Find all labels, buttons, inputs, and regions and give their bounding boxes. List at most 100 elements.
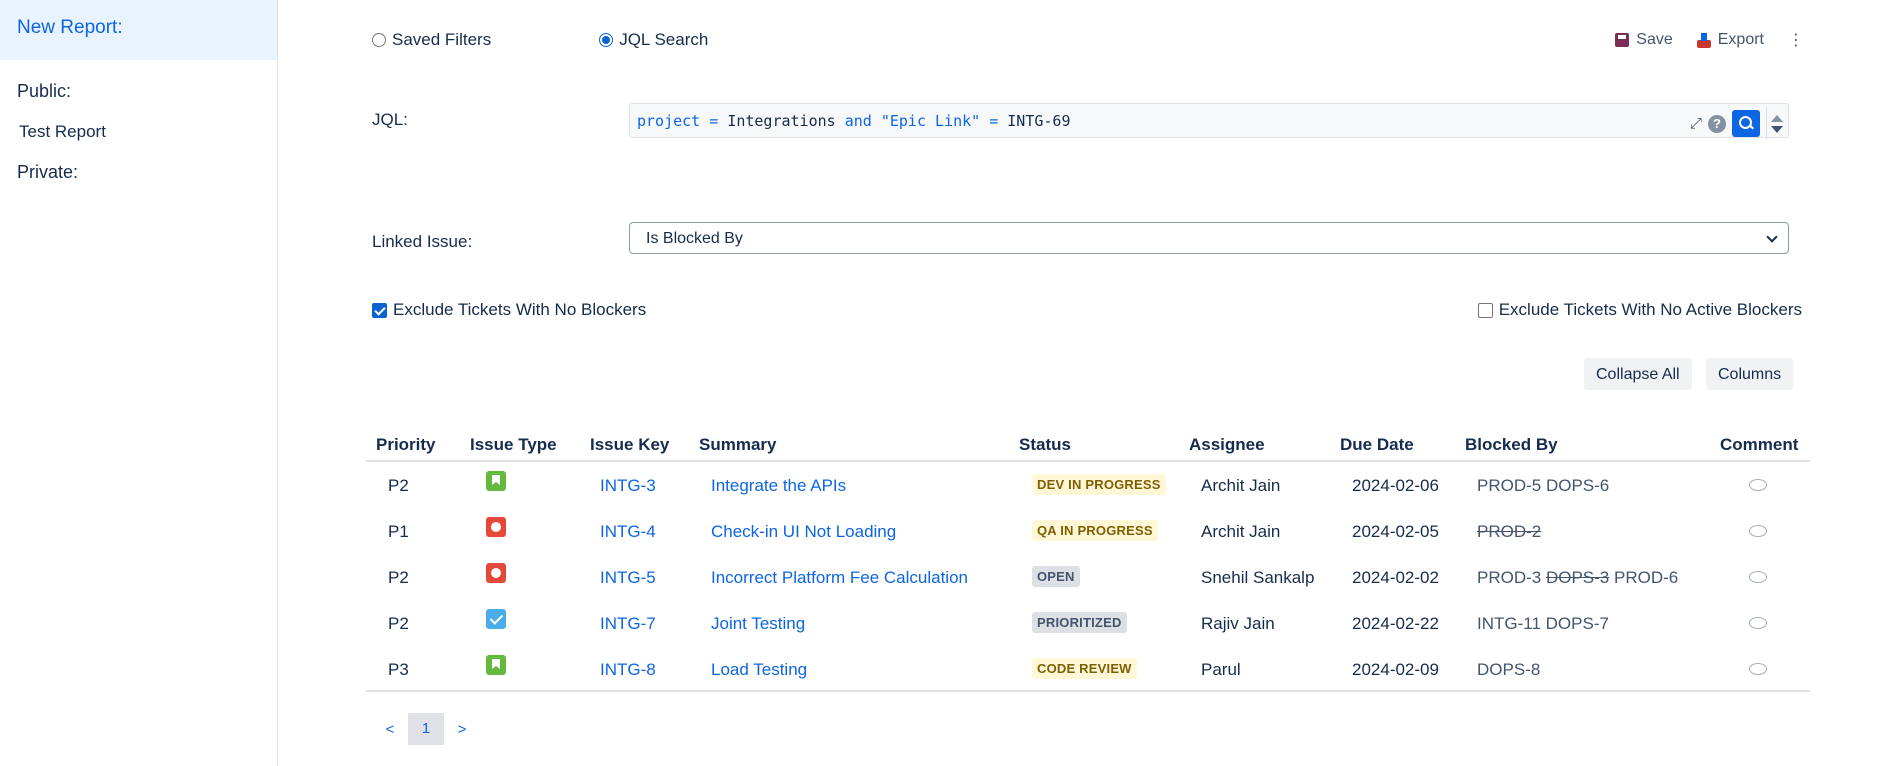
blocker-link[interactable]: INTG-11 xyxy=(1477,614,1541,633)
linked-issue-label: Linked Issue: xyxy=(372,232,473,251)
page-1-button[interactable]: 1 xyxy=(408,713,444,745)
jql-tools: ⤢ ? xyxy=(1690,107,1786,140)
assignee-cell: Snehil Sankalp xyxy=(1201,568,1315,587)
exclude-no-active-blockers-option[interactable]: Exclude Tickets With No Active Blockers xyxy=(1477,300,1802,320)
blocked-by-cell: PROD-5 DOPS-6 xyxy=(1477,476,1609,496)
blocker-link[interactable]: DOPS-7 xyxy=(1546,614,1609,633)
saved-filters-radio-circle[interactable] xyxy=(372,33,386,47)
sidebar-public-heading: Public: xyxy=(17,81,72,101)
blocker-link[interactable]: DOPS-3 xyxy=(1546,568,1609,587)
jql-search-radio[interactable]: JQL Search xyxy=(599,30,708,50)
save-button[interactable]: Save xyxy=(1615,31,1673,49)
header-status[interactable]: Status xyxy=(1019,435,1071,455)
status-badge: PRIORITIZED xyxy=(1032,612,1127,633)
saved-filters-radio[interactable]: Saved Filters xyxy=(372,30,491,50)
search-button[interactable] xyxy=(1732,110,1760,137)
exclude-no-blockers-checkbox[interactable] xyxy=(372,302,387,318)
summary-link[interactable]: Joint Testing xyxy=(711,614,805,634)
bug-icon xyxy=(486,517,506,537)
blocker-link[interactable]: PROD-6 xyxy=(1614,568,1678,587)
issue-key-link[interactable]: INTG-5 xyxy=(600,568,656,588)
stepper-up-icon[interactable] xyxy=(1770,114,1783,122)
due-date-cell: 2024-02-05 xyxy=(1352,522,1439,541)
jql-input[interactable]: project = Integrations and "Epic Link" =… xyxy=(629,103,1789,140)
comment-icon[interactable] xyxy=(1749,663,1767,675)
header-issue-type[interactable]: Issue Type xyxy=(470,435,557,455)
blocked-by-cell: PROD-3 DOPS-3 PROD-6 xyxy=(1477,568,1678,588)
comment-icon[interactable] xyxy=(1749,479,1767,491)
assignee-cell: Parul xyxy=(1201,660,1241,679)
issue-key-link[interactable]: INTG-7 xyxy=(600,614,656,634)
comment-icon[interactable] xyxy=(1749,525,1767,537)
next-page-button[interactable]: > xyxy=(444,721,480,738)
expand-icon[interactable]: ⤢ xyxy=(1690,115,1702,132)
due-date-cell: 2024-02-22 xyxy=(1352,614,1439,633)
header-due-date[interactable]: Due Date xyxy=(1340,435,1414,455)
header-blocked-by[interactable]: Blocked By xyxy=(1465,435,1558,455)
blocker-link[interactable]: DOPS-6 xyxy=(1546,476,1609,495)
sidebar-private-heading: Private: xyxy=(17,162,79,182)
blocker-link[interactable]: PROD-3 xyxy=(1477,568,1541,587)
linked-issue-select[interactable]: Is Blocked By xyxy=(629,222,1789,254)
jql-stepper[interactable] xyxy=(1766,107,1786,140)
assignee-cell: Archit Jain xyxy=(1201,522,1281,541)
table-header: Priority Issue Type Issue Key Summary St… xyxy=(366,425,1810,462)
priority-cell: P2 xyxy=(388,614,409,633)
story-icon xyxy=(486,655,506,675)
sidebar-item-test-report[interactable]: Test Report xyxy=(0,122,277,142)
summary-link[interactable]: Check-in UI Not Loading xyxy=(711,522,896,542)
issue-key-link[interactable]: INTG-8 xyxy=(600,660,656,680)
columns-button[interactable]: Columns xyxy=(1706,358,1794,390)
exclude-no-blockers-option[interactable]: Exclude Tickets With No Blockers xyxy=(372,300,646,320)
search-mode-group: Saved Filters JQL Search xyxy=(372,30,708,50)
summary-link[interactable]: Load Testing xyxy=(711,660,807,680)
bug-icon xyxy=(486,563,506,583)
table-row[interactable]: P2 INTG-3 Integrate the APIs DEV IN PROG… xyxy=(366,462,1810,508)
collapse-all-button[interactable]: Collapse All xyxy=(1584,358,1692,390)
table-row[interactable]: P2 INTG-5 Incorrect Platform Fee Calcula… xyxy=(366,554,1810,600)
exclude-no-active-blockers-checkbox[interactable] xyxy=(1477,302,1493,318)
more-options-icon[interactable]: ⋮ xyxy=(1788,30,1804,50)
priority-cell: P1 xyxy=(388,522,409,541)
header-comment[interactable]: Comment xyxy=(1720,435,1798,455)
help-icon[interactable]: ? xyxy=(1708,114,1726,133)
blocker-link[interactable]: DOPS-8 xyxy=(1477,660,1540,679)
due-date-cell: 2024-02-02 xyxy=(1352,568,1439,587)
prev-page-button[interactable]: < xyxy=(372,721,408,738)
issue-key-link[interactable]: INTG-4 xyxy=(600,522,656,542)
header-assignee[interactable]: Assignee xyxy=(1189,435,1265,455)
comment-icon[interactable] xyxy=(1749,617,1767,629)
table-row[interactable]: P3 INTG-8 Load Testing CODE REVIEW Parul… xyxy=(366,646,1810,692)
jql-search-label: JQL Search xyxy=(619,30,709,49)
chevron-down-icon xyxy=(1766,231,1778,243)
header-issue-key[interactable]: Issue Key xyxy=(590,435,669,455)
summary-link[interactable]: Integrate the APIs xyxy=(711,476,846,496)
issues-table: Priority Issue Type Issue Key Summary St… xyxy=(366,425,1810,692)
blocker-link[interactable]: PROD-5 xyxy=(1477,476,1541,495)
blocked-by-cell: DOPS-8 xyxy=(1477,660,1540,680)
table-row[interactable]: P2 INTG-7 Joint Testing PRIORITIZED Raji… xyxy=(366,600,1810,646)
jql-search-radio-circle[interactable] xyxy=(599,33,614,47)
export-button[interactable]: Export xyxy=(1696,31,1764,49)
blocker-link[interactable]: PROD-2 xyxy=(1477,522,1541,541)
assignee-cell: Rajiv Jain xyxy=(1201,614,1275,633)
summary-link[interactable]: Incorrect Platform Fee Calculation xyxy=(711,568,968,588)
blocked-by-cell: PROD-2 xyxy=(1477,522,1541,542)
status-badge: CODE REVIEW xyxy=(1032,658,1137,679)
stepper-down-icon[interactable] xyxy=(1770,125,1783,133)
exclude-no-active-blockers-label: Exclude Tickets With No Active Blockers xyxy=(1498,300,1802,319)
comment-icon[interactable] xyxy=(1749,571,1767,583)
table-row[interactable]: P1 INTG-4 Check-in UI Not Loading QA IN … xyxy=(366,508,1810,554)
assignee-cell: Archit Jain xyxy=(1201,476,1281,495)
sidebar-new-report[interactable]: New Report: xyxy=(0,0,277,60)
exclude-no-blockers-label: Exclude Tickets With No Blockers xyxy=(393,300,647,319)
status-badge: DEV IN PROGRESS xyxy=(1032,474,1166,495)
header-summary[interactable]: Summary xyxy=(699,435,776,455)
top-actions: Save Export ⋮ xyxy=(1615,30,1804,50)
jql-query-text[interactable]: project = Integrations and "Epic Link" =… xyxy=(637,112,1071,130)
task-icon xyxy=(486,609,506,629)
header-priority[interactable]: Priority xyxy=(376,435,436,455)
issue-key-link[interactable]: INTG-3 xyxy=(600,476,656,496)
priority-cell: P2 xyxy=(388,476,409,495)
save-icon xyxy=(1615,33,1630,47)
